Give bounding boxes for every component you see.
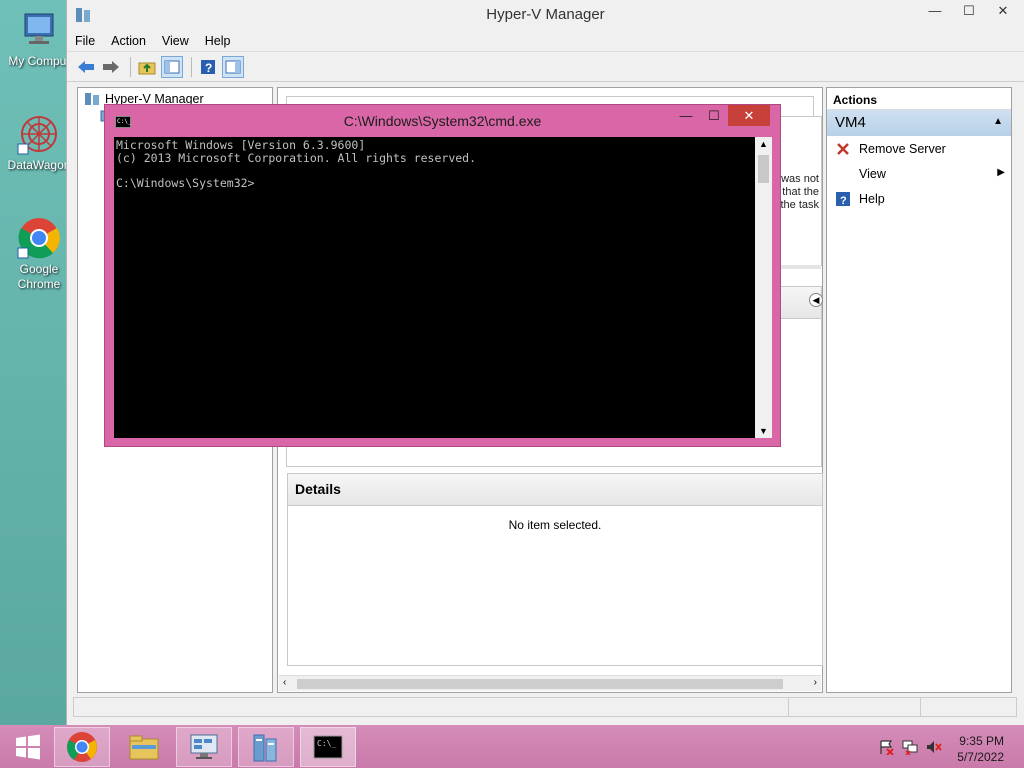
toolbar-separator — [191, 56, 192, 77]
taskbar-server-manager[interactable] — [176, 727, 232, 767]
taskbar: C:\_ 9:35 PM 5/7/2022 — [0, 725, 1024, 768]
show-hide-action-pane-icon[interactable] — [222, 55, 244, 78]
hyperv-node-icon — [85, 93, 99, 105]
action-center-flag-icon[interactable] — [878, 739, 894, 755]
menu-file[interactable]: File — [75, 34, 95, 48]
taskbar-hyperv-manager[interactable] — [238, 727, 294, 767]
svg-text:?: ? — [205, 61, 212, 75]
console-output[interactable]: Microsoft Windows [Version 6.3.9600] (c)… — [114, 137, 755, 438]
clock-time: 9:35 PM — [959, 734, 1004, 748]
scroll-right-icon[interactable]: › — [814, 677, 817, 688]
details-title: Details — [288, 474, 822, 506]
cmd-icon: C:\_ — [313, 735, 343, 759]
action-label: Remove Server — [859, 141, 946, 156]
action-label: View — [859, 166, 886, 181]
actions-section-label: VM4 — [835, 114, 866, 131]
folder-icon — [129, 735, 159, 760]
datawagon-icon — [17, 112, 61, 156]
cmd-vertical-scrollbar[interactable]: ▲ ▼ — [755, 137, 772, 438]
show-hide-console-tree-icon[interactable] — [161, 55, 183, 78]
cmd-close-button[interactable]: ✕ — [728, 105, 770, 126]
scroll-left-icon[interactable]: ‹ — [283, 677, 286, 688]
hyperv-titlebar[interactable]: Hyper-V Manager — ☐ ✕ — [67, 0, 1024, 30]
remove-server-icon — [835, 141, 851, 157]
svg-text:C:\_: C:\_ — [317, 739, 336, 748]
network-icon[interactable] — [902, 739, 918, 755]
chrome-icon — [67, 732, 97, 762]
chrome-icon — [17, 216, 61, 260]
windows-logo-icon — [16, 734, 40, 760]
clock[interactable]: 9:35 PM 5/7/2022 — [957, 733, 1004, 765]
toolbar: ? — [67, 52, 1024, 82]
collapse-up-icon[interactable]: ▲ — [993, 116, 1003, 127]
system-tray — [878, 739, 942, 755]
help-icon: ? — [835, 191, 851, 207]
scroll-down-icon[interactable]: ▼ — [759, 426, 768, 436]
help-icon[interactable]: ? — [197, 56, 219, 78]
scroll-up-icon[interactable]: ▲ — [759, 139, 768, 149]
actions-header: Actions — [827, 88, 1011, 110]
volume-muted-icon[interactable] — [926, 739, 942, 755]
cmd-titlebar[interactable]: C:\_ C:\Windows\System32\cmd.exe — ☐ ✕ — [105, 105, 780, 135]
up-folder-icon[interactable] — [136, 56, 158, 78]
maximize-button[interactable]: ☐ — [952, 0, 986, 24]
scroll-thumb[interactable] — [758, 155, 769, 183]
menubar: File Action View Help — [67, 30, 1024, 52]
menu-help[interactable]: Help — [205, 34, 231, 48]
action-help[interactable]: ? Help — [827, 186, 1011, 211]
cmd-minimize-button[interactable]: — — [672, 106, 700, 126]
hyperv-icon — [253, 734, 277, 762]
forward-icon[interactable] — [100, 56, 122, 78]
svg-text:?: ? — [840, 195, 847, 206]
desktop: My Comput DataWagon Google Chrome — [0, 0, 70, 725]
desktop-icon-label: Google Chrome — [17, 262, 61, 291]
status-bar — [73, 697, 1017, 717]
taskbar-chrome[interactable] — [54, 727, 110, 767]
cmd-maximize-button[interactable]: ☐ — [700, 106, 728, 126]
menu-view[interactable]: View — [162, 34, 189, 48]
action-label: Help — [859, 191, 885, 206]
server-manager-icon — [190, 734, 218, 759]
back-icon[interactable] — [75, 56, 97, 78]
menu-action[interactable]: Action — [111, 34, 146, 48]
start-button[interactable] — [0, 727, 56, 767]
computer-icon — [17, 8, 61, 52]
blank-icon — [835, 166, 851, 182]
scroll-thumb[interactable] — [297, 679, 783, 689]
actions-pane: Actions VM4 ▲ Remove Server View ▶ ? Hel… — [826, 87, 1012, 693]
taskbar-command-prompt[interactable]: C:\_ — [300, 727, 356, 767]
minimize-button[interactable]: — — [918, 0, 952, 24]
action-view[interactable]: View ▶ — [827, 161, 1011, 186]
collapse-icon[interactable]: ◀ — [809, 293, 823, 307]
clock-date: 5/7/2022 — [957, 750, 1004, 764]
details-panel: Details No item selected. — [287, 473, 823, 666]
hyperv-title: Hyper-V Manager — [486, 6, 605, 23]
action-remove-server[interactable]: Remove Server — [827, 136, 1011, 161]
cmd-window: C:\_ C:\Windows\System32\cmd.exe — ☐ ✕ M… — [104, 104, 781, 447]
toolbar-separator — [130, 56, 131, 77]
details-empty-text: No item selected. — [508, 518, 602, 532]
actions-section-vm4[interactable]: VM4 ▲ — [827, 110, 1011, 136]
horizontal-scrollbar[interactable]: ‹ › — [279, 675, 821, 691]
submenu-arrow-icon: ▶ — [997, 167, 1005, 178]
close-button[interactable]: ✕ — [986, 0, 1020, 24]
taskbar-file-explorer[interactable] — [116, 727, 172, 767]
